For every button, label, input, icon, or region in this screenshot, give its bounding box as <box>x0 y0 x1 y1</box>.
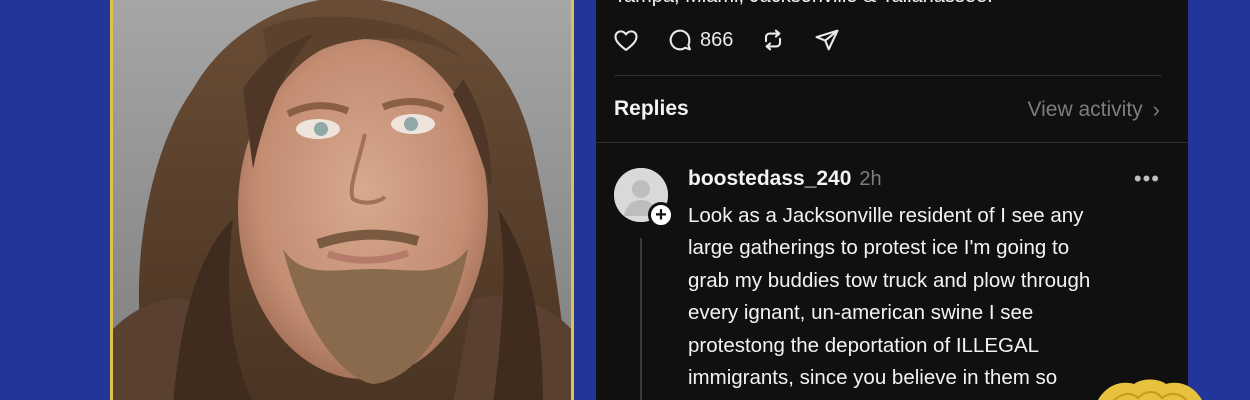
view-activity-link[interactable]: View activity › <box>1028 97 1160 123</box>
like-button[interactable] <box>612 26 640 54</box>
comment-count: 866 <box>700 28 734 51</box>
view-activity-label: View activity <box>1027 98 1143 121</box>
reply-text-line: Look as a Jacksonville resident of I see… <box>688 204 1084 227</box>
reply-header: boostedass_240 2h <box>688 167 882 191</box>
reply-username[interactable]: boostedass_240 <box>688 167 851 191</box>
more-options-icon[interactable]: ••• <box>1134 166 1160 192</box>
threads-post-panel: Tampa, Miami, Jacksonville & Tallahassee… <box>596 0 1188 400</box>
follow-button[interactable]: + <box>648 202 674 228</box>
divider <box>614 75 1162 76</box>
replies-heading: Replies <box>614 97 689 120</box>
reply-text-line: grab my buddies tow truck and plow throu… <box>688 268 1091 292</box>
reply-timestamp: 2h <box>859 168 882 190</box>
post-text: Tampa, Miami, Jacksonville & Tallahassee… <box>614 0 993 8</box>
heart-icon <box>614 30 638 51</box>
mugshot-photo <box>110 0 574 400</box>
reply-text-line: immigrants, since you believe in them so <box>688 366 1058 390</box>
repost-icon <box>765 29 782 51</box>
repost-button[interactable] <box>759 26 787 54</box>
mugshot-image <box>113 0 571 400</box>
reply-text-line: protestong the deportation of ILLEGAL <box>688 333 1040 357</box>
share-button[interactable] <box>813 26 841 54</box>
post-actions: 866 <box>612 26 867 54</box>
send-icon <box>815 29 839 51</box>
comment-icon <box>669 29 691 51</box>
reply-text-line: large gatherings to protest ice I'm goin… <box>688 236 1070 260</box>
thread-line <box>640 238 642 400</box>
chevron-right-icon: › <box>1152 97 1160 122</box>
reply-text-line: every ignant, un-american swine I see <box>688 301 1034 325</box>
comment-button[interactable]: 866 <box>666 26 733 54</box>
gold-badge-logo <box>1098 379 1202 400</box>
reply-text: Look as a Jacksonville resident of I see… <box>688 200 1168 394</box>
divider <box>596 142 1188 143</box>
